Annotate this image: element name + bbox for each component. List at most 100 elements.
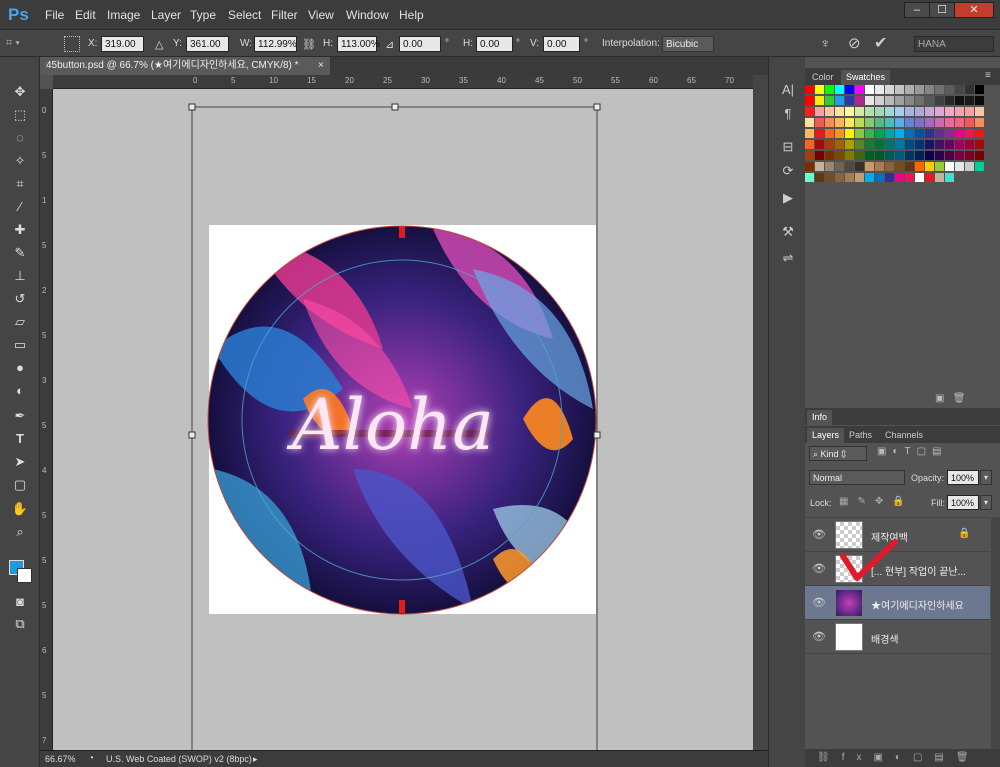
actions-panel-icon[interactable]: ▶ [778,189,798,207]
swatch-cell[interactable] [885,173,894,182]
swatch-cell[interactable] [965,118,974,127]
swatch-cell[interactable] [855,107,864,116]
swatch-cell[interactable] [845,140,854,149]
swatch-cell[interactable] [935,107,944,116]
swatch-cell[interactable] [885,107,894,116]
h-field[interactable]: 113.00% [337,36,380,52]
swatch-cell[interactable] [895,129,904,138]
swatch-cell[interactable] [895,118,904,127]
swatch-cell[interactable] [925,118,934,127]
swatch-cell[interactable] [975,162,984,171]
swatch-cell[interactable] [915,118,924,127]
swatch-cell[interactable] [875,96,884,105]
swatch-cell[interactable] [905,129,914,138]
panel-menu-icon[interactable]: ≡ [985,70,991,81]
screen-mode-icon[interactable]: ⧉ [10,615,30,633]
swatch-cell[interactable] [805,107,814,116]
swatch-cell[interactable] [845,151,854,160]
swatch-cell[interactable] [965,85,974,94]
swatch-cell[interactable] [865,107,874,116]
swatch-cell[interactable] [825,85,834,94]
swatch-cell[interactable] [935,118,944,127]
swatch-cell[interactable] [935,140,944,149]
tab-swatches[interactable]: Swatches [841,70,891,85]
swatch-cell[interactable] [875,151,884,160]
swatch-cell[interactable] [945,107,954,116]
swatch-cell[interactable] [815,151,824,160]
swatch-cell[interactable] [885,129,894,138]
menu-window[interactable]: Window [346,8,389,22]
fill-field[interactable]: 100% [947,495,979,510]
properties-panel-icon[interactable]: ⟳ [778,162,798,180]
swatch-cell[interactable] [825,107,834,116]
swatch-cell[interactable] [925,173,934,182]
swatch-cell[interactable] [875,129,884,138]
swatch-cell[interactable] [815,85,824,94]
swatch-cell[interactable] [815,162,824,171]
brush-tool-icon[interactable]: ✎ [10,244,30,262]
move-tool-icon[interactable]: ✥ [10,83,30,101]
character-panel-icon[interactable]: A| [778,81,798,99]
swatch-cell[interactable] [845,162,854,171]
document-tab[interactable]: 45button.psd @ 66.7% (★여기에디자인하세요, CMYK/8… [40,57,330,75]
swatch-cell[interactable] [835,107,844,116]
layers-footer-icons[interactable]: ⛓fx▣◐▢▤🗑 [805,749,1000,767]
swatch-cell[interactable] [855,85,864,94]
opacity-field[interactable]: 100% [947,470,979,485]
swatch-cell[interactable] [925,85,934,94]
swatch-cell[interactable] [865,96,874,105]
visibility-eye-icon[interactable]: 👁 [812,596,826,609]
maximize-button[interactable]: ☐ [929,2,955,18]
swatch-cell[interactable] [975,129,984,138]
menu-edit[interactable]: Edit [75,8,96,22]
swatch-cell[interactable] [965,96,974,105]
swatch-cell[interactable] [885,162,894,171]
swatch-cell[interactable] [895,151,904,160]
kind-filter-select[interactable]: ⌕ Kind ⇕ [809,446,867,461]
brush-presets-icon[interactable]: ⇌ [778,249,798,267]
relative-position-icon[interactable]: △ [155,38,163,51]
swatch-cell[interactable] [835,162,844,171]
angle-field[interactable]: 0.00 [399,36,441,52]
swatch-cell[interactable] [975,151,984,160]
swatch-cell[interactable] [815,107,824,116]
swatch-cell[interactable] [935,129,944,138]
swatch-cell[interactable] [905,140,914,149]
swatch-cell[interactable] [895,107,904,116]
status-icon[interactable]: ◔ [88,751,94,767]
swatch-cell[interactable] [885,118,894,127]
swatch-cell[interactable] [845,85,854,94]
close-button[interactable]: ✕ [954,2,994,18]
quick-mask-icon[interactable]: ◙ [10,593,30,611]
swatch-cell[interactable] [955,162,964,171]
swatch-cell[interactable] [815,96,824,105]
swatch-cell[interactable] [905,96,914,105]
swatch-cell[interactable] [835,151,844,160]
swatch-cell[interactable] [975,118,984,127]
tab-paths[interactable]: Paths [844,428,877,443]
swatch-cell[interactable] [905,173,914,182]
swatch-cell[interactable] [955,96,964,105]
layers-scrollbar[interactable] [991,517,1000,749]
swatch-cell[interactable] [875,118,884,127]
swatch-cell[interactable] [805,173,814,182]
swatch-cell[interactable] [835,96,844,105]
magic-wand-tool-icon[interactable]: ✧ [10,152,30,170]
swatch-cell[interactable] [805,162,814,171]
tool-presets-icon[interactable]: ⚒ [778,223,798,241]
menu-select[interactable]: Select [228,8,261,22]
warp-icon[interactable]: ♆ [820,35,831,51]
swatch-cell[interactable] [885,85,894,94]
pen-tool-icon[interactable]: ✒ [10,407,30,425]
swatch-cell[interactable] [955,140,964,149]
crop-tool-icon[interactable]: ⌗ [10,175,30,193]
swatch-cell[interactable] [965,107,974,116]
swatch-cell[interactable] [835,129,844,138]
fill-dropdown-icon[interactable]: ▾ [980,495,992,510]
swatch-cell[interactable] [925,140,934,149]
swatch-cell[interactable] [805,140,814,149]
history-brush-tool-icon[interactable]: ↺ [10,290,30,308]
swatch-cell[interactable] [815,129,824,138]
tab-close-icon[interactable]: × [318,57,324,75]
swatch-cell[interactable] [935,96,944,105]
